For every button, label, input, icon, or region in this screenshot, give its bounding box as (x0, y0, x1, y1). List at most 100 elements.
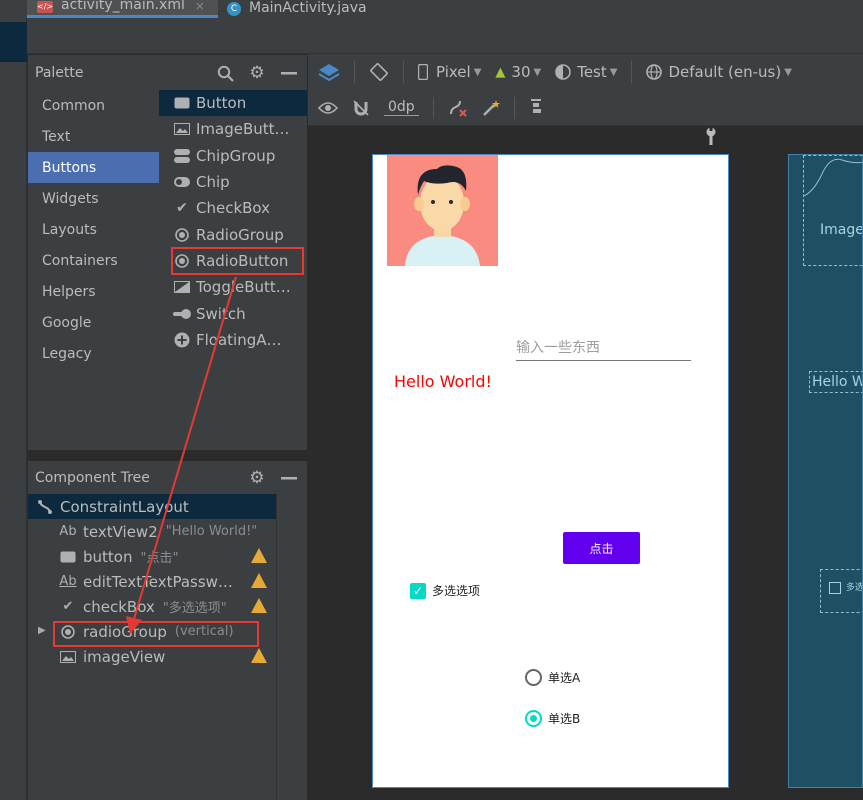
palette-item-label: FloatingA… (196, 330, 282, 349)
switch-icon (173, 308, 191, 319)
clear-constraints-icon[interactable] (448, 99, 468, 117)
palette-category-buttons[interactable]: Buttons (28, 152, 159, 183)
palette-item-fab[interactable]: FloatingA… (159, 327, 307, 353)
palette-category-helpers[interactable]: Helpers (28, 276, 159, 307)
palette-category-layouts[interactable]: Layouts (28, 214, 159, 245)
android-icon: ▲ (495, 64, 506, 80)
toolbar-divider (354, 61, 355, 83)
design-toolbar: Pixel ▼ ▲ 30 ▼ Test ▼ Default (en-us) ▼ (308, 54, 863, 90)
checkbox-checked-icon: ✓ (410, 582, 426, 599)
palette-item-checkbox[interactable]: ✔ CheckBox (159, 195, 307, 221)
component-tree-side-panel (276, 494, 307, 800)
chevron-down-icon: ▼ (784, 66, 792, 78)
warning-icon[interactable] (251, 573, 267, 588)
minimize-icon[interactable] (279, 63, 299, 83)
wrench-icon[interactable] (705, 127, 717, 149)
device-selector[interactable]: Pixel ▼ (418, 63, 481, 81)
palette-category-google[interactable]: Google (28, 307, 159, 338)
tree-node-imageview[interactable]: imageView (28, 644, 276, 669)
hello-text[interactable]: Hello World! (394, 372, 492, 391)
chevron-down-icon: ▼ (533, 66, 542, 78)
button-icon (59, 551, 77, 563)
palette-item-togglebutton[interactable]: ToggleButt… (159, 274, 307, 300)
palette-item-radiogroup[interactable]: RadioGroup (159, 221, 307, 247)
theme-selector[interactable]: Test ▼ (555, 63, 617, 81)
image-icon (173, 123, 191, 136)
palette-category-containers[interactable]: Containers (28, 245, 159, 276)
palette-item-switch[interactable]: Switch (159, 300, 307, 326)
component-tree-header: Component Tree ⚙ (28, 460, 307, 494)
palette-category-list: Common Text Buttons Widgets Layouts Cont… (28, 90, 159, 450)
gear-icon[interactable]: ⚙ (247, 468, 267, 488)
api-selector[interactable]: ▲ 30 ▼ (495, 63, 541, 81)
checkbox-label: 多选选项 (432, 584, 481, 598)
palette-item-label: ToggleButt… (196, 278, 291, 297)
warning-icon[interactable] (251, 598, 267, 613)
chevron-down-icon: ▼ (473, 66, 482, 78)
minimize-icon[interactable] (279, 468, 299, 488)
edit-text-field[interactable]: 输入一些东西 (516, 337, 691, 361)
tree-node-desc: "Hello World!" (165, 524, 258, 539)
blueprint-checkbox-icon (829, 581, 841, 594)
gear-icon[interactable]: ⚙ (247, 63, 267, 83)
palette-item-label: CheckBox (196, 199, 271, 218)
palette-category-widgets[interactable]: Widgets (28, 183, 159, 214)
radio-icon (173, 227, 191, 242)
toolbar-divider (432, 96, 434, 119)
tab-label: activity_main.xml (61, 0, 185, 13)
tree-node-desc: "多选选项" (162, 601, 227, 616)
locale-selector[interactable]: Default (en-us) ▼ (646, 63, 792, 81)
device-label: Pixel (436, 63, 471, 81)
palette-item-chipgroup[interactable]: ChipGroup (159, 143, 307, 169)
class-file-icon: C (227, 2, 241, 16)
palette-item-button[interactable]: Button (159, 90, 307, 117)
warning-icon[interactable] (251, 648, 267, 663)
palette-category-common[interactable]: Common (28, 90, 159, 121)
search-icon[interactable] (215, 63, 235, 83)
avatar-image[interactable] (387, 155, 498, 266)
close-icon[interactable]: × (195, 0, 205, 13)
toolbar-divider (631, 61, 633, 83)
warning-icon[interactable] (251, 548, 267, 563)
magic-wand-icon[interactable] (482, 99, 500, 117)
highlight-radiogroup-box (53, 621, 259, 647)
multi-select-checkbox[interactable]: ✓ 多选选项 (410, 582, 480, 599)
expand-arrow-icon[interactable]: ▶ (38, 625, 46, 636)
locale-label: Default (en-us) (668, 63, 782, 81)
tree-node-edittext[interactable]: Ab editTextTextPassw… (28, 569, 276, 594)
editor-tab-strip: </> activity_main.xml × C MainActivity.j… (0, 0, 863, 18)
tool-window-strip-selected[interactable] (0, 22, 27, 62)
api-label: 30 (511, 63, 531, 81)
orientation-icon[interactable] (369, 62, 389, 82)
palette-category-legacy[interactable]: Legacy (28, 338, 159, 369)
palette-title: Palette (35, 64, 84, 81)
radio-unchecked-icon (525, 669, 542, 686)
palette-category-text[interactable]: Text (28, 121, 159, 152)
radio-option-b[interactable]: 单选B (525, 710, 580, 727)
eye-icon[interactable] (318, 101, 338, 115)
globe-icon (646, 64, 663, 80)
tab-activity-main[interactable]: </> activity_main.xml × (27, 0, 218, 18)
tree-node-button[interactable]: button "点击" (28, 544, 276, 569)
palette-item-imagebutton[interactable]: ImageButt… (159, 116, 307, 142)
check-icon: ✔ (62, 599, 74, 614)
magnet-icon[interactable] (352, 99, 370, 117)
tree-node-textview[interactable]: Ab textView2 "Hello World!" (28, 519, 276, 544)
blueprint-preview[interactable]: Image Hello Wo 多选 (788, 154, 863, 788)
align-icon[interactable] (529, 98, 543, 117)
phone-icon (418, 64, 428, 80)
tree-node-label: imageView (83, 647, 166, 666)
click-button[interactable]: 点击 (563, 532, 640, 564)
palette-item-label: RadioGroup (196, 225, 284, 244)
blueprint-hello-box: Hello Wo (809, 371, 862, 393)
theme-label: Test (577, 63, 607, 81)
tool-window-strip (0, 18, 27, 800)
tab-strip-gap (0, 0, 27, 18)
radio-option-a[interactable]: 单选A (525, 669, 580, 686)
tab-main-activity[interactable]: C MainActivity.java (219, 0, 389, 18)
palette-item-chip[interactable]: Chip (159, 169, 307, 195)
layers-icon[interactable] (318, 62, 340, 82)
tree-node-checkbox[interactable]: ✔ checkBox "多选选项" (28, 594, 276, 619)
default-margin-field[interactable]: 0dp (384, 99, 419, 116)
tree-node-constraintlayout[interactable]: ConstraintLayout (28, 494, 276, 519)
